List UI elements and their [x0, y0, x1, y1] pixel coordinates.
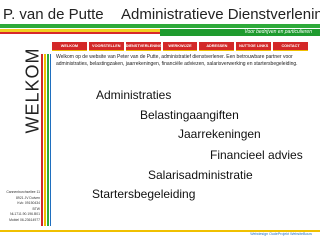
main-nav: WELKOM VOORSTELLEN DIENSTVERLENING WERKW… [52, 42, 309, 51]
nav-item-dienstverlening[interactable]: DIENSTVERLENING [125, 42, 161, 51]
divider-blue [50, 54, 51, 226]
address-btw: BTW NL1711.90.196.B01 [10, 206, 40, 217]
divider-red [41, 54, 43, 226]
nav-item-contact[interactable]: CONTACT [273, 42, 309, 51]
brand-name[interactable]: P. van de Putte [3, 6, 104, 23]
tagline: Voor bedrijven en particulieren [244, 29, 312, 35]
header-stripe-green [0, 24, 320, 28]
footer-credit-link[interactable]: Webdesign OudeProjekt WebsiteBouw [250, 232, 312, 236]
intro-text: Welkom op de website van Peter van de Pu… [56, 54, 298, 67]
service-administraties: Administraties [96, 88, 172, 102]
divider-yellow [44, 54, 46, 226]
address-block: Cannenburchsellee 11 8921 JV Duiven Kvk:… [4, 190, 40, 224]
nav-item-adressen[interactable]: ADRESSEN [199, 42, 235, 51]
nav-item-welkom[interactable]: WELKOM [52, 42, 87, 51]
nav-item-voorstellen[interactable]: VOORSTELLEN [88, 42, 124, 51]
address-phone: Mobiel 06-23614977 [9, 217, 40, 222]
divider-green [47, 54, 49, 226]
service-startersbegeleiding: Startersbegeleiding [92, 187, 196, 201]
service-belastingaangiften: Belastingaangiften [140, 108, 239, 122]
address-street: Cannenburchsellee 11 [6, 190, 40, 194]
nav-item-nuttige-links[interactable]: NUTTIGE LINKS [236, 42, 272, 51]
service-jaarrekeningen: Jaarrekeningen [178, 127, 261, 141]
service-financieel-advies: Financieel advies [210, 148, 303, 162]
brand-subtitle: Administratieve Dienstverlening [121, 6, 320, 23]
page-title-vertical: WELKOM [8, 47, 43, 133]
nav-item-werkwijze[interactable]: WERKWIJZE [162, 42, 198, 51]
service-salarisadministratie: Salarisadministratie [148, 168, 253, 182]
